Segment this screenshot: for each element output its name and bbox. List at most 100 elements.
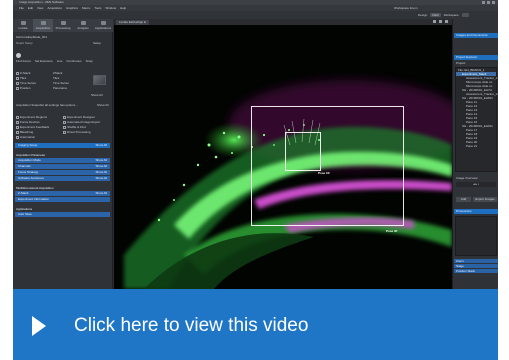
tab-label: Applications <box>94 26 112 30</box>
imaging-setup-header[interactable]: Imaging Setup Show All <box>15 143 110 148</box>
experiment-name[interactable]: ZenCoreExpMode_001 <box>16 35 47 39</box>
live-button[interactable]: Live <box>57 59 63 63</box>
menu-view[interactable]: View <box>37 6 43 10</box>
row-action[interactable]: Show All <box>95 158 107 163</box>
image-overview-controls[interactable]: ◂ ▸ ▪ <box>456 182 496 187</box>
section-action[interactable]: Show All <box>95 143 107 148</box>
info-action[interactable]: Show All <box>97 103 109 107</box>
minimize-icon[interactable] <box>482 1 485 4</box>
tab-analysis[interactable]: Analysis <box>73 19 93 32</box>
tab-locate[interactable]: Locate <box>13 19 33 32</box>
checkbox[interactable] <box>63 130 66 134</box>
check-experiment-regions[interactable]: Experiment Regions <box>16 115 47 119</box>
checkbox[interactable] <box>16 71 19 75</box>
check-automation[interactable]: Automation <box>16 135 35 139</box>
acquisition-icon <box>40 21 46 25</box>
checkbox[interactable] <box>63 120 66 124</box>
zstack-row[interactable]: Z-Stack Show All <box>15 191 110 196</box>
workspace-label: Workspace <box>443 13 459 17</box>
find-focus-button[interactable]: Find Focus <box>16 59 31 63</box>
window-title: Image Acquisition - ZEN Software <box>19 0 64 4</box>
window-controls <box>482 1 495 4</box>
smart-setup-action[interactable]: Setup <box>93 41 101 45</box>
focus-strategy-row[interactable]: Focus Strategy Show All <box>15 170 110 175</box>
roi-large[interactable] <box>251 106 404 226</box>
check-bleaching[interactable]: Bleaching <box>16 130 33 134</box>
checkbox[interactable] <box>16 115 19 119</box>
tab-applications[interactable]: Applications <box>93 19 113 32</box>
show-all-link[interactable]: Show All <box>91 93 103 97</box>
checkbox-label: Z-Stack <box>20 71 31 75</box>
roi-small[interactable] <box>285 132 321 171</box>
workspace-zoom: Workspace Zoom <box>394 6 417 10</box>
tiles-check[interactable]: Tiles <box>16 76 26 80</box>
checkbox[interactable] <box>63 125 66 129</box>
tree-node[interactable]: Pane 21 <box>456 144 496 148</box>
expand-icon[interactable] <box>445 20 448 23</box>
dimensions-header[interactable]: Dimensions <box>454 209 498 214</box>
acquisition-buttons <box>16 53 21 58</box>
acq-mode-row[interactable]: Acquisition Mode Show All <box>15 158 110 163</box>
design-select[interactable]: Dark <box>430 13 441 17</box>
row-label: Focus Strategy <box>18 170 39 174</box>
menu-edit[interactable]: Edit <box>28 6 33 10</box>
video-link-label[interactable]: Click here to view this video <box>74 313 308 339</box>
software-autofocus-row[interactable]: Software Autofocus Show All <box>15 176 110 181</box>
checkbox[interactable] <box>16 76 19 80</box>
split-icon[interactable] <box>439 20 442 23</box>
time-series-check[interactable]: Time Series <box>16 81 36 85</box>
workspace-select[interactable] <box>461 13 469 17</box>
experiment-info-row[interactable]: Experiment Information <box>15 197 110 202</box>
menu-macro[interactable]: Macro <box>82 6 90 10</box>
check-direct-processing[interactable]: Direct Processing <box>63 130 91 134</box>
row-action[interactable]: Show All <box>95 164 107 169</box>
snap-button[interactable]: Snap <box>86 59 93 63</box>
menu-help[interactable]: Help <box>120 6 126 10</box>
menu-graphics[interactable]: Graphics <box>66 6 78 10</box>
play-icon[interactable] <box>32 316 46 336</box>
bulb-icon <box>16 53 21 58</box>
zoom-row[interactable]: Zoom <box>454 259 498 263</box>
auto-save-row[interactable]: Auto Save <box>15 212 110 217</box>
checkbox[interactable] <box>16 135 19 139</box>
menu-tools[interactable]: Tools <box>94 6 101 10</box>
maximize-icon[interactable] <box>487 1 490 4</box>
check-focus-devices[interactable]: Focus Devices <box>16 120 40 124</box>
images-documents-header[interactable]: Images and Documents <box>454 33 498 38</box>
row-action[interactable]: Show All <box>95 191 107 196</box>
grid-icon[interactable] <box>433 20 436 23</box>
menu-acquisition[interactable]: Acquisition <box>47 6 62 10</box>
menu-file[interactable]: File <box>19 6 24 10</box>
tab-processing[interactable]: Processing <box>53 19 73 32</box>
row-action[interactable]: Show All <box>95 170 107 175</box>
checkbox[interactable] <box>16 81 19 85</box>
position-stack-row[interactable]: Position Stack <box>454 269 498 273</box>
tab-acquisition[interactable]: Acquisition <box>33 19 53 32</box>
stage-row[interactable]: Stage <box>454 264 498 268</box>
checkbox[interactable] <box>16 86 19 90</box>
checkbox[interactable] <box>16 120 19 124</box>
project-tree[interactable]: File: EH_BRAIN1_1 Experiment_Stack Asses… <box>455 67 497 172</box>
set-exposure-button[interactable]: Set Exposure <box>35 59 53 63</box>
project-explorer-header[interactable]: Project Explorer <box>454 55 498 60</box>
row-action[interactable]: Show All <box>95 176 107 181</box>
check-experiment-feedback[interactable]: Experiment Feedback <box>16 125 49 129</box>
channels-row[interactable]: Channels Show All <box>15 164 110 169</box>
checkbox[interactable] <box>16 125 19 129</box>
video-link-bar[interactable]: Click here to view this video <box>13 289 498 360</box>
image-viewer[interactable]: Locate EstCatApp E Pose CF Pose 3F <box>114 19 452 289</box>
add-button[interactable]: Add <box>456 197 471 202</box>
export-images-button[interactable]: Export Images <box>473 197 497 202</box>
position-check[interactable]: Position <box>16 86 31 90</box>
check-auto-export[interactable]: Automated Image Export <box>63 120 100 124</box>
menu-window[interactable]: Window <box>105 6 116 10</box>
zstack-check[interactable]: Z-Stack <box>16 71 30 75</box>
check-experiment-designer[interactable]: Experiment Designer <box>63 115 95 119</box>
checkbox[interactable] <box>63 115 66 119</box>
checkbox[interactable] <box>16 130 19 134</box>
roi-large-label: Pose 3F <box>386 229 398 233</box>
smart-setup-label[interactable]: Smart Setup <box>16 41 33 45</box>
continuous-button[interactable]: Continuous <box>66 59 81 63</box>
check-shuffle-find[interactable]: Shuffle & Find <box>63 125 86 129</box>
close-icon[interactable] <box>492 1 495 4</box>
